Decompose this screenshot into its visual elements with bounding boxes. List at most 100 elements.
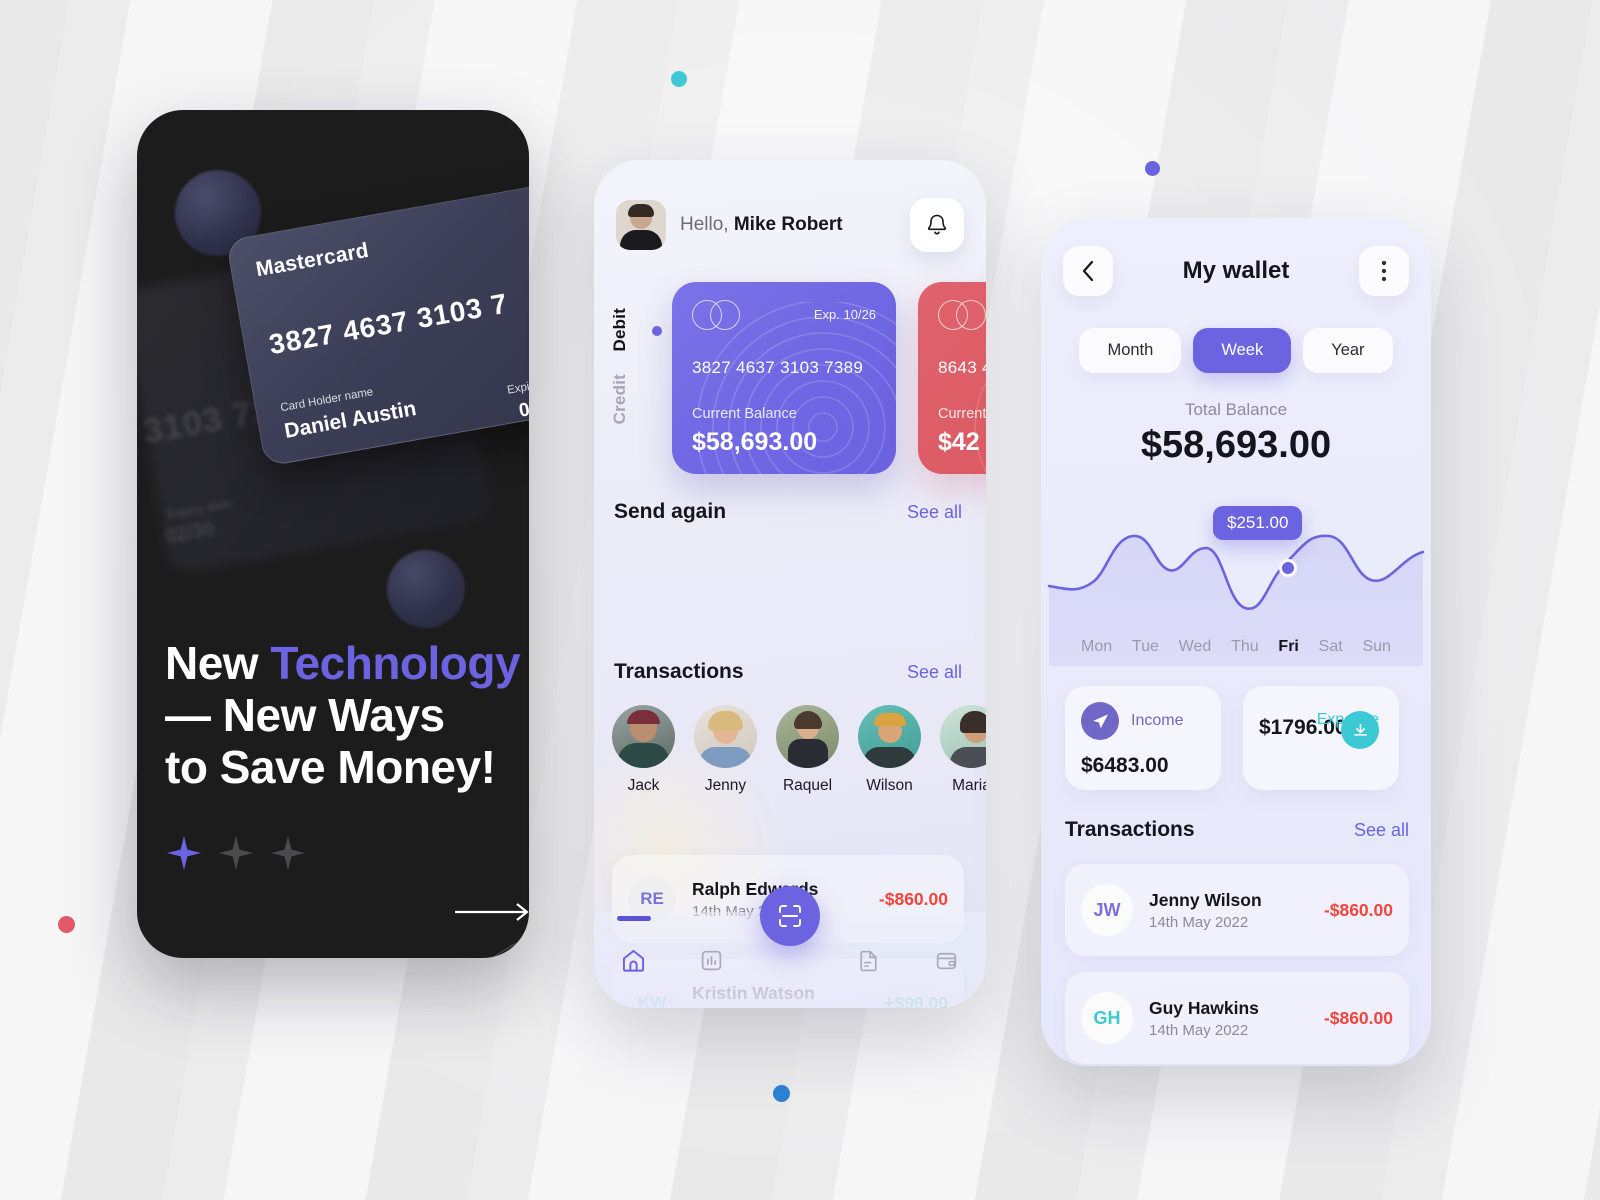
send-again-title: Send again [614, 500, 727, 523]
headline-line-3: to Save Money! [165, 740, 496, 793]
transaction-date: 14th May 2022 [1149, 913, 1249, 931]
promo-screen: 3103 73 Expiry date 02/30 Mastercard 382… [137, 110, 529, 958]
income-card[interactable]: Income $6483.00 [1065, 686, 1221, 790]
range-tabs[interactable]: Month Week Year [1041, 328, 1431, 373]
card-number: 3827 4637 3103 7 [266, 287, 511, 361]
balance-label: Current Balance [692, 406, 797, 422]
home-icon [622, 949, 644, 972]
day-mon[interactable]: Mon [1081, 638, 1112, 656]
next-arrow-button[interactable] [455, 900, 529, 924]
transactions-header: Transactions See all [614, 660, 962, 684]
transaction-amount: -$860.00 [1323, 1007, 1393, 1028]
headline-part-technology: Technology [270, 637, 521, 689]
contact-item[interactable]: Raquel [776, 705, 839, 795]
transaction-initials-avatar: JW [1081, 884, 1133, 936]
wallet-header: My wallet [1041, 246, 1431, 296]
day-thu[interactable]: Thu [1231, 638, 1259, 656]
decorative-sphere-mid [387, 550, 465, 628]
contact-avatar [694, 705, 757, 768]
chevron-left-icon [1082, 260, 1093, 282]
weekday-axis[interactable]: Mon Tue Wed Thu Fri Sat Sun [1041, 638, 1431, 656]
tab-week[interactable]: Week [1193, 328, 1292, 373]
wallet-icon [937, 952, 957, 969]
contact-item[interactable]: Jack [612, 705, 675, 795]
tab-credit[interactable]: Credit [610, 374, 630, 424]
table-row[interactable]: JW Jenny Wilson 14th May 2022 -$860.00 [1065, 864, 1409, 956]
card-expiry-label: Expiry date [506, 375, 529, 397]
contact-avatar [776, 705, 839, 768]
income-expense-row: Income $6483.00 Expense $1796.00 [1065, 686, 1399, 790]
contact-name: Jenny [704, 777, 747, 794]
income-value: $6483.00 [1081, 754, 1169, 777]
user-avatar[interactable] [616, 200, 666, 250]
table-row[interactable]: GH Guy Hawkins 14th May 2022 -$860.00 [1065, 972, 1409, 1064]
contact-item[interactable]: Wilson [858, 705, 921, 795]
card-type-tabs[interactable]: Debit Credit [610, 308, 662, 424]
chart-active-point[interactable] [1279, 559, 1297, 577]
wallet-screen: My wallet Month Week Year Total Balance … [1041, 218, 1431, 1066]
greeting-username: Mike Robert [733, 214, 843, 235]
total-balance-value: $58,693.00 [1140, 424, 1332, 466]
sparkle-indicators [167, 836, 305, 870]
decorative-violet-dot [1145, 161, 1160, 176]
debit-card[interactable]: Exp. 10/26 3827 4637 3103 7389 Current B… [672, 282, 896, 474]
transaction-date: 14th May 2022 [1149, 1021, 1249, 1039]
headline-part-new: New [165, 637, 271, 689]
contact-item[interactable]: Maria [940, 705, 986, 795]
wallet-transactions-header: Transactions See all [1065, 818, 1409, 842]
chart-tooltip: $251.00 [1213, 506, 1303, 540]
day-sun[interactable]: Sun [1362, 638, 1390, 656]
decorative-red-dot [58, 916, 75, 933]
headline-line-2: — New Ways [165, 688, 445, 741]
tab-debit[interactable]: Debit [610, 308, 630, 352]
tab-home[interactable] [613, 916, 653, 980]
day-tue[interactable]: Tue [1132, 638, 1159, 656]
tab-month[interactable]: Month [1079, 328, 1182, 373]
card-number: 8643 4 [938, 358, 986, 377]
expense-label: Expense [1316, 711, 1379, 728]
day-wed[interactable]: Wed [1179, 638, 1212, 656]
sparkle-icon-active [167, 836, 201, 870]
mastercard-credit-card: Mastercard 3827 4637 3103 7 Card Holder … [225, 183, 529, 467]
send-again-see-all[interactable]: See all [907, 502, 962, 523]
transaction-initials-avatar: GH [1081, 992, 1133, 1044]
contact-avatar [858, 705, 921, 768]
send-again-header: Send again See all [614, 500, 962, 524]
contacts-list[interactable]: Jack Jenny Raquel Wilson Mari [612, 705, 986, 795]
decorative-blue-dot [773, 1085, 790, 1102]
contact-item[interactable]: Jenny [694, 705, 757, 795]
contact-avatar [940, 705, 986, 768]
chart-icon [701, 950, 722, 970]
transaction-name: Jenny Wilson [1149, 889, 1262, 910]
transactions-title: Transactions [614, 660, 744, 683]
send-icon [1092, 713, 1108, 728]
active-tab-dot [652, 326, 662, 336]
day-fri[interactable]: Fri [1278, 638, 1298, 656]
day-sat[interactable]: Sat [1319, 638, 1343, 656]
scan-button[interactable] [760, 886, 820, 946]
credit-card[interactable]: 8643 4 Current $42 [918, 282, 986, 474]
expense-card[interactable]: Expense $1796.00 [1243, 686, 1399, 790]
bank-cards-carousel[interactable]: Exp. 10/26 3827 4637 3103 7389 Current B… [672, 282, 986, 474]
income-label: Income [1131, 712, 1184, 729]
tab-statistics[interactable] [692, 940, 732, 980]
tab-documents[interactable] [848, 940, 888, 980]
transaction-amount: -$860.00 [878, 888, 948, 909]
more-options-button[interactable] [1358, 246, 1409, 296]
tab-wallet[interactable] [927, 940, 967, 980]
transactions-see-all[interactable]: See all [907, 662, 962, 683]
notification-button[interactable] [910, 198, 964, 252]
card-number: 3827 4637 3103 7389 [692, 358, 864, 377]
wallet-transactions-see-all[interactable]: See all [1354, 820, 1409, 841]
balance-label: Current [938, 406, 986, 422]
tab-year[interactable]: Year [1303, 328, 1393, 373]
promo-headline: New Technology — New Ways to Save Money! [165, 637, 521, 794]
decorative-teal-dot [671, 71, 687, 87]
contact-name: Wilson [866, 777, 913, 794]
transaction-amount: -$860.00 [1323, 899, 1393, 920]
transaction-name: Guy Hawkins [1149, 997, 1259, 1018]
back-button[interactable] [1063, 246, 1113, 296]
scan-icon [779, 905, 801, 927]
avatar-body [620, 230, 662, 250]
home-header: Hello, Mike Robert [616, 200, 843, 250]
